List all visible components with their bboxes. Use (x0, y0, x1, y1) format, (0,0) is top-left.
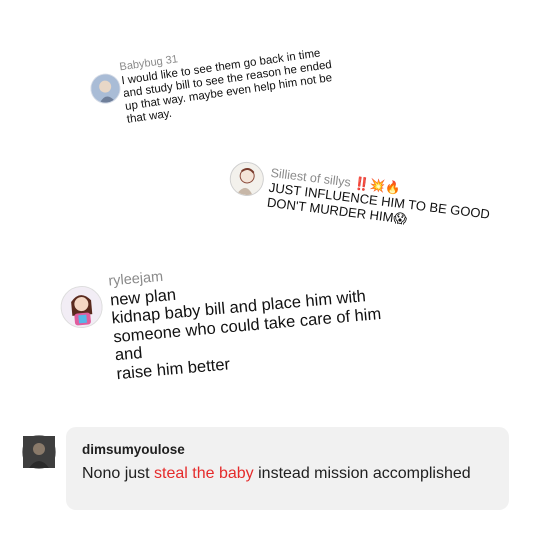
comment-ryleejam: ryleejam new plan kidnap baby bill and p… (58, 249, 387, 383)
avatar[interactable] (88, 71, 123, 106)
comment-text: Nono just steal the baby instead mission… (82, 465, 471, 483)
comment-silliest: Silliest of sillys ‼️💥🔥 JUST INFLUENCE H… (227, 160, 491, 227)
comment-babybug: Babybug 31 I would like to see them go b… (86, 22, 343, 125)
comment-text-highlight: steal the baby (154, 465, 254, 482)
scream-emoji: 😱 (392, 210, 408, 228)
comment-text-after: instead mission accomplished (253, 465, 471, 482)
comment-username[interactable]: dimsumyoulose (82, 442, 185, 457)
avatar[interactable] (22, 435, 56, 469)
avatar[interactable] (227, 160, 266, 198)
avatar[interactable] (58, 284, 105, 330)
comment-bubble: dimsumyoulose Nono just steal the baby i… (66, 427, 509, 510)
comment-text-before: Nono just (82, 465, 155, 482)
